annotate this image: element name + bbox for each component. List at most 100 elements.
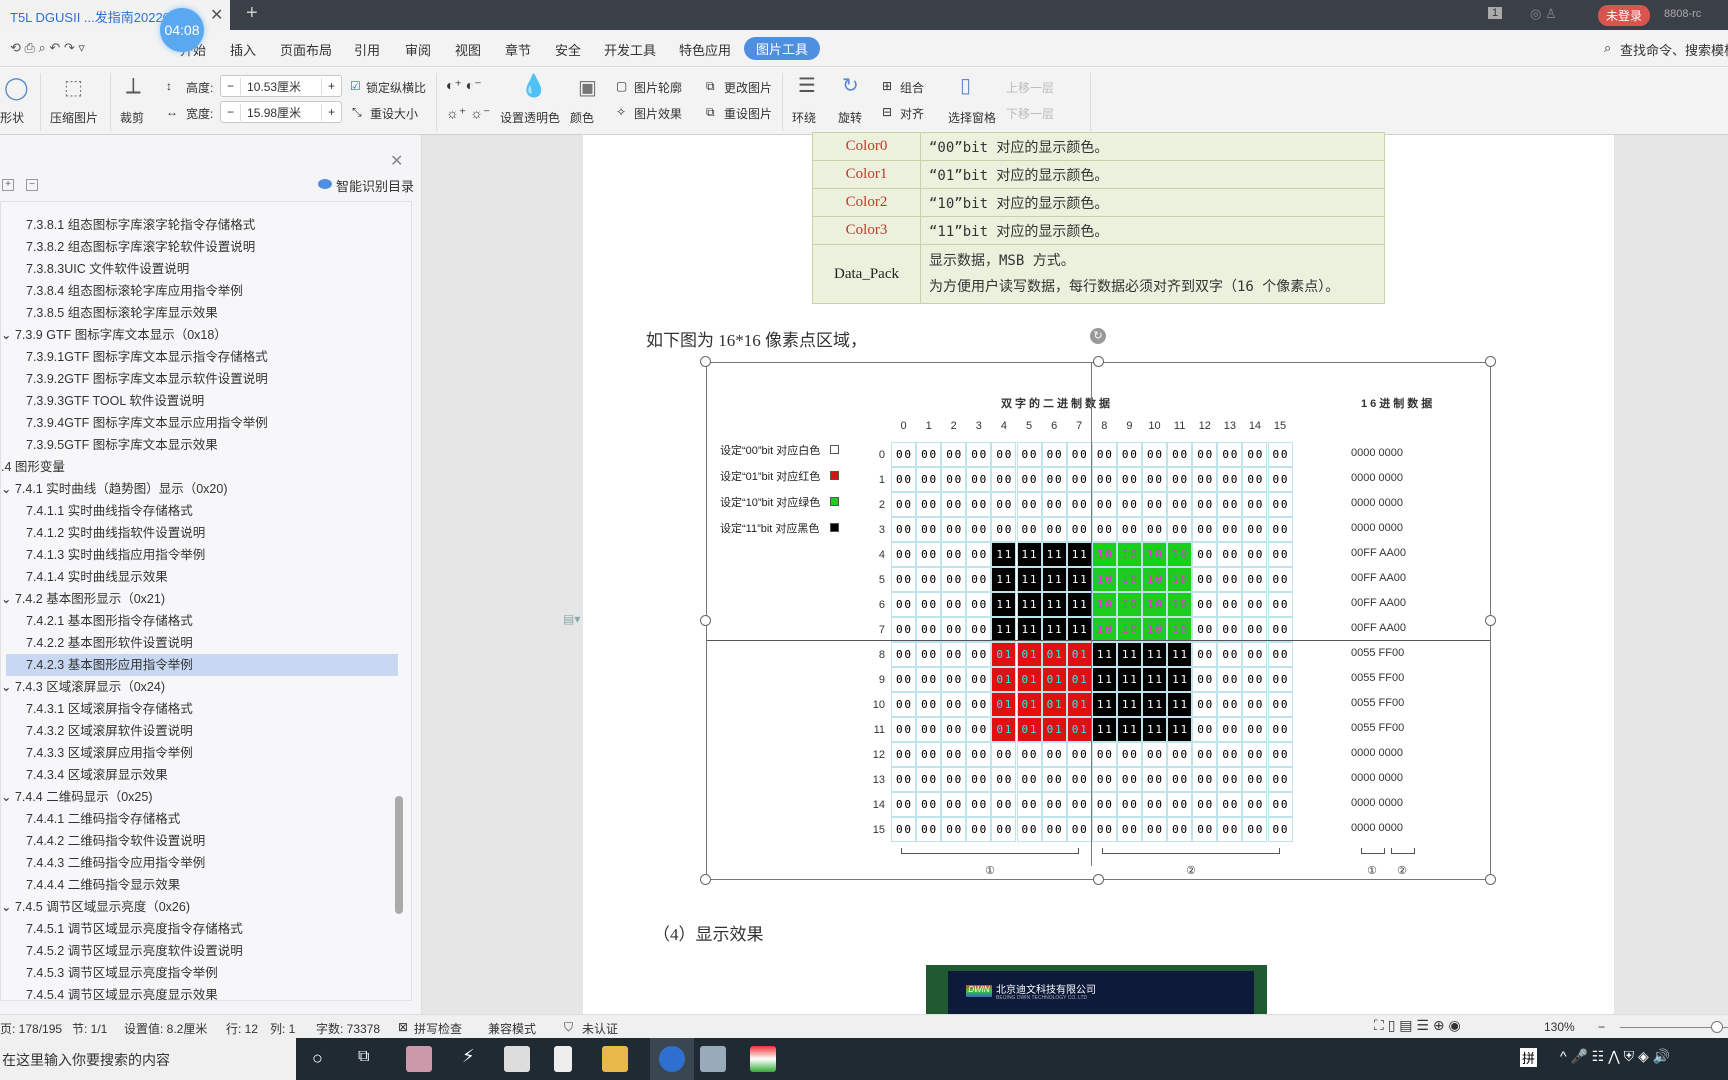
dwin-app-icon[interactable] [750,1046,776,1072]
transparent-button[interactable]: 设置透明色 [500,109,560,126]
toc-item[interactable]: 7.4.5.4 调节区域显示亮度显示效果 [1,984,393,1000]
shape-button[interactable]: 形状 [0,109,24,126]
height-stepper[interactable]: −10.53厘米 + [220,75,342,97]
toc-scrollbar[interactable] [395,796,403,914]
effect-button[interactable]: 图片效果 [634,105,682,122]
toc-item[interactable]: 7.3.9.1GTF 图标字库文本显示指令存储格式 [1,346,393,368]
toc-item[interactable]: 7.3.8.2 组态图标字库滚字轮软件设置说明 [1,236,393,258]
file-explorer-icon[interactable] [602,1046,628,1072]
cortana-icon[interactable]: ○ [312,1048,323,1069]
menu-review[interactable]: 审阅 [405,40,431,59]
building-app-icon[interactable] [700,1046,726,1072]
rotate-handle-icon[interactable]: ↻ [1090,328,1106,344]
taskbar-search[interactable]: 在这里输入你要搜索的内容 [0,1038,296,1080]
menu-chapter[interactable]: 章节 [505,40,531,59]
page-indicator[interactable]: 页: 178/195 [0,1020,62,1037]
toc-item[interactable]: 7.4.2.2 基本图形软件设置说明 [1,632,393,654]
width-value[interactable]: 15.98厘米 [240,103,322,121]
toc-item[interactable]: 7.4.4.3 二维码指令应用指令举例 [1,852,393,874]
resize-handle[interactable] [700,356,711,367]
toc-item[interactable]: 7.3.8.4 组态图标滚轮字库应用指令举例 [1,280,393,302]
toc-item[interactable]: 7.4.5.2 调节区域显示亮度软件设置说明 [1,940,393,962]
snip-app-icon[interactable] [406,1046,432,1072]
calculator-icon[interactable] [504,1046,530,1072]
lock-ratio-label[interactable]: 锁定纵横比 [366,79,426,96]
wps-icon[interactable] [659,1046,685,1072]
view-mode-icons[interactable]: ⛶ ▯ ▤ ☰ ⊕ ◉ [1374,1017,1461,1034]
login-button[interactable]: 未登录 [1598,5,1651,26]
menu-reference[interactable]: 引用 [354,40,380,59]
zoom-out-icon[interactable]: − [1598,1020,1605,1034]
toc-item[interactable]: 7.4.1.2 实时曲线指软件设置说明 [1,522,393,544]
toc-item[interactable]: 7.3.8.5 组态图标滚轮字库显示效果 [1,302,393,324]
menu-features[interactable]: 特色应用 [679,40,731,59]
toc-item[interactable]: ⌄ 7.4.2 基本图形显示（0x21) [1,588,393,610]
collapse-all-icon[interactable]: − [26,179,38,191]
smart-toc-button[interactable]: 智能识别目录 [336,176,414,195]
group-button[interactable]: 组合 [900,79,924,96]
resize-handle[interactable] [1092,874,1104,885]
zoom-slider-knob[interactable] [1711,1021,1724,1033]
new-tab-icon[interactable]: + [246,2,258,25]
quick-access-icons[interactable]: ⟲ ⎙ ⌕ ↶ ↷ ▿ [10,40,85,56]
system-tray-icons[interactable]: ^ 🎤 ☷ ⋀ ⛨ ◈ 🔊 [1560,1048,1670,1065]
toc-item-selected[interactable]: 7.4.2.3 基本图形应用指令举例 [6,654,398,676]
toc-item[interactable]: 7.4.2.1 基本图形指令存储格式 [1,610,393,632]
skin-icon[interactable]: ◎ ♙ [1530,6,1557,22]
compress-button[interactable]: 压缩图片 [50,109,98,126]
toc-item[interactable]: 7.4.4.1 二维码指令存储格式 [1,808,393,830]
expand-all-icon[interactable]: + [2,179,14,191]
toc-item[interactable]: 7.4.1.3 实时曲线指应用指令举例 [1,544,393,566]
toc-item[interactable]: 7.4.1.1 实时曲线指令存储格式 [1,500,393,522]
chevron-down-icon[interactable]: ⌄ [1,328,15,342]
toc-item[interactable]: ⌄ 7.4.4 二维码显示（0x25) [1,786,393,808]
menu-layout[interactable]: 页面布局 [280,40,332,59]
toc-item[interactable]: ⌄ 7.4.1 实时曲线（趋势图）显示（0x20) [1,478,393,500]
resize-handle[interactable] [700,615,711,626]
toc-item[interactable]: 7.4.3.3 区域滚屏应用指令举例 [1,742,393,764]
toc-item[interactable]: 7.4.5.1 调节区域显示亮度指令存储格式 [1,918,393,940]
bring-forward-button[interactable]: 上移一层 [1006,79,1054,96]
reset-size-button[interactable]: 重设大小 [370,105,418,122]
toc-item[interactable]: 7.3.9.3GTF TOOL 软件设置说明 [1,390,393,412]
menu-insert[interactable]: 插入 [230,40,256,59]
toc-item[interactable]: ⌄ 7.4.5 调节区域显示亮度（0x26) [1,896,393,918]
spell-check-button[interactable]: 拼写检查 [414,1020,462,1037]
search-icon[interactable]: ⌕ [1604,40,1611,56]
toc-item[interactable]: 7.3.8.1 组态图标字库滚字轮指令存储格式 [1,214,393,236]
align-button[interactable]: 对齐 [900,105,924,122]
toc-item[interactable]: 7.4.5.3 调节区域显示亮度指令举例 [1,962,393,984]
selected-image-figure[interactable]: 双字的二进制数据 16进制数据 设定“00”bit 对应白色 设定“01”bit 对应… [706,362,1491,880]
resize-handle[interactable] [1485,874,1496,885]
chevron-down-icon[interactable]: ⌄ [1,592,15,606]
close-tab-icon[interactable]: ✕ [210,5,223,25]
menu-devtools[interactable]: 开发工具 [604,40,656,59]
toc-item[interactable]: 7.4.3.1 区域滚屏指令存储格式 [1,698,393,720]
command-search[interactable]: 查找命令、搜索模板 [1620,40,1728,59]
resize-handle[interactable] [1485,356,1496,367]
toc-item[interactable]: ⌄ 7.3.9 GTF 图标字库文本显示（0x18） [1,324,393,346]
width-stepper[interactable]: −15.98厘米 + [220,101,342,123]
resize-handle[interactable] [700,874,711,885]
toc-item[interactable]: 7.4.3.2 区域滚屏软件设置说明 [1,720,393,742]
toc-item[interactable]: 7.3.9.5GTF 图标字库文本显示效果 [1,434,393,456]
toc-item[interactable]: 7.3.8.3UIC 文件软件设置说明 [1,258,393,280]
ime-indicator[interactable]: 拼 [1520,1048,1538,1067]
change-picture-button[interactable]: 更改图片 [724,79,772,96]
height-value[interactable]: 10.53厘米 [240,77,322,95]
menu-view[interactable]: 视图 [455,40,481,59]
menu-security[interactable]: 安全 [555,40,581,59]
resize-handle[interactable] [1092,356,1104,367]
crop-button[interactable]: 裁剪 [120,109,144,126]
contrast-icons[interactable]: ☼⁺ ☼⁻ [446,105,490,122]
toc-item[interactable]: 7.4.1.4 实时曲线显示效果 [1,566,393,588]
menu-picture-tools[interactable]: 图片工具 [744,37,821,60]
zoom-level[interactable]: 130% [1544,1020,1575,1034]
certification-status[interactable]: 未认证 [582,1020,618,1037]
close-pane-icon[interactable]: ✕ [390,151,403,171]
toc-item[interactable]: 7.3.9.4GTF 图标字库文本显示应用指令举例 [1,412,393,434]
toc-item[interactable]: 7.4.4.4 二维码指令显示效果 [1,874,393,896]
app-icon[interactable]: ⚡ [462,1046,475,1067]
recorder-icon[interactable] [554,1046,572,1072]
task-view-icon[interactable]: ⧉ [358,1048,369,1066]
